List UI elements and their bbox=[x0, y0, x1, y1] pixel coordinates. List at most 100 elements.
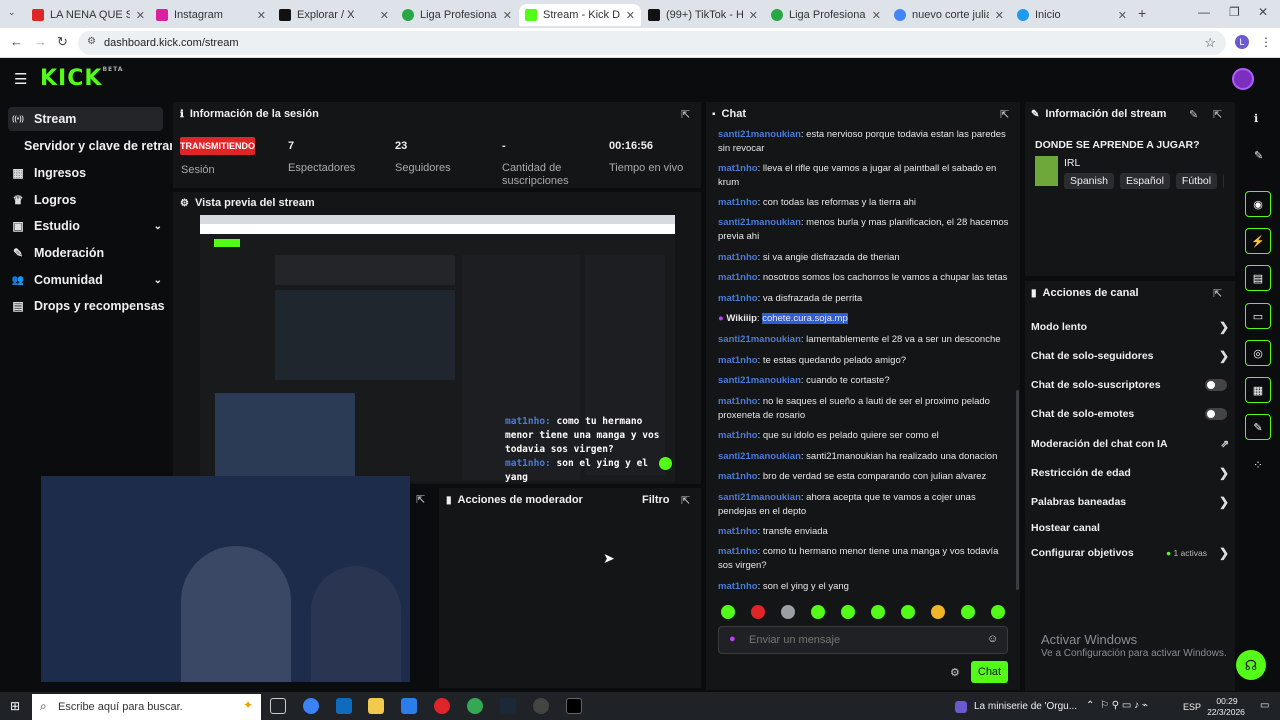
popout-icon[interactable]: ⇱ bbox=[1213, 108, 1222, 121]
support-headset-icon[interactable]: ☊ bbox=[1236, 650, 1266, 680]
wrench-icon[interactable]: ✎ bbox=[1245, 414, 1271, 440]
close-tab-icon[interactable]: ✕ bbox=[257, 9, 266, 22]
browser-tab[interactable]: Instagram ✕ bbox=[150, 4, 272, 26]
close-tab-icon[interactable]: ✕ bbox=[380, 9, 389, 22]
action-subscribers-only[interactable]: Chat de solo-suscriptores bbox=[1031, 377, 1229, 393]
filter-button[interactable]: Filtro bbox=[642, 494, 670, 506]
dots-cluster-icon[interactable]: ⁘ bbox=[1253, 458, 1263, 472]
notification-icon[interactable]: ▭ bbox=[1260, 700, 1269, 711]
action-age-restriction[interactable]: Restricción de edad ❯ bbox=[1031, 465, 1229, 481]
popout-icon[interactable]: ⇱ bbox=[1000, 108, 1009, 121]
browser-tab[interactable]: Liga Profesional Argen✕ bbox=[396, 4, 518, 26]
sidebar-item-ingresos[interactable]: ▦ Ingresos bbox=[8, 161, 168, 185]
tab-search-icon[interactable]: ⌄ bbox=[8, 7, 16, 18]
action-banned-words[interactable]: Palabras baneadas ❯ bbox=[1031, 494, 1229, 510]
task-view-icon[interactable] bbox=[270, 698, 286, 714]
emote-icon[interactable] bbox=[961, 605, 975, 619]
sidebar-item-estudio[interactable]: ▣ Estudio ⌄ bbox=[8, 214, 168, 238]
capcut-icon[interactable] bbox=[566, 698, 582, 714]
popout-icon[interactable]: ⇱ bbox=[416, 493, 425, 506]
sidebar-item-drops[interactable]: ▤ Drops y recompensas bbox=[8, 294, 168, 318]
sidebar-item-comunidad[interactable]: 👥 Comunidad ⌄ bbox=[8, 268, 168, 292]
chrome-icon[interactable] bbox=[467, 698, 483, 714]
close-window-icon[interactable]: ✕ bbox=[1258, 5, 1268, 19]
emote-icon[interactable] bbox=[841, 605, 855, 619]
emote-icon[interactable] bbox=[781, 605, 795, 619]
sidebar-item-server-key[interactable]: Servidor y clave de retransmisión bbox=[24, 134, 172, 158]
chat-scrollbar[interactable] bbox=[1016, 390, 1019, 590]
edit-pencil-icon[interactable]: ✎ bbox=[1189, 108, 1198, 121]
folder-icon[interactable] bbox=[368, 698, 384, 714]
action-slow-mode[interactable]: Modo lento ❯ bbox=[1031, 319, 1229, 335]
popout-icon[interactable]: ⇱ bbox=[1213, 287, 1222, 300]
bookmark-star-icon[interactable]: ☆ bbox=[1204, 35, 1216, 51]
lightning-icon[interactable]: ⚡ bbox=[1245, 228, 1271, 254]
emote-icon[interactable] bbox=[991, 605, 1005, 619]
sidebar-item-logros[interactable]: ♛ Logros bbox=[8, 188, 168, 212]
emote-icon[interactable] bbox=[751, 605, 765, 619]
broadcast-icon[interactable]: ◎ bbox=[1245, 340, 1271, 366]
user-card-icon[interactable]: ▦ bbox=[1245, 377, 1271, 403]
browser-tab[interactable]: (99+) TikTok - Haz que✕ bbox=[642, 4, 764, 26]
back-icon[interactable]: ← bbox=[10, 34, 23, 49]
popout-icon[interactable]: ⇱ bbox=[681, 108, 690, 121]
forward-icon[interactable]: → bbox=[34, 34, 47, 49]
sidebar-item-stream[interactable]: ((•)) Stream bbox=[8, 107, 163, 131]
language-indicator[interactable]: ESP bbox=[1183, 702, 1201, 712]
media-title[interactable]: La miniserie de 'Orgu... bbox=[974, 701, 1077, 712]
action-followers-only[interactable]: Chat de solo-seguidores ❯ bbox=[1031, 348, 1229, 364]
store-icon[interactable] bbox=[336, 698, 352, 714]
close-tab-icon[interactable]: ✕ bbox=[136, 9, 145, 22]
chat-message-input[interactable] bbox=[749, 631, 979, 649]
hamburger-menu-icon[interactable]: ☰ bbox=[14, 70, 27, 88]
close-tab-icon[interactable]: ✕ bbox=[872, 9, 881, 22]
clock-time[interactable]: 00:29 bbox=[1212, 696, 1242, 706]
mail-icon[interactable] bbox=[401, 698, 417, 714]
browser-tab[interactable]: nuevo corte julian alva✕ bbox=[888, 4, 1010, 26]
toggle-switch[interactable] bbox=[1205, 408, 1227, 420]
edit-pencil-icon[interactable]: ✎ bbox=[1254, 149, 1263, 162]
steam-icon[interactable] bbox=[500, 698, 516, 714]
toggle-switch[interactable] bbox=[1205, 379, 1227, 391]
close-tab-icon[interactable]: ✕ bbox=[995, 9, 1004, 22]
copilot-icon[interactable] bbox=[303, 698, 319, 714]
browser-tab-active[interactable]: Stream - Kick Dashbo✕ bbox=[519, 4, 641, 26]
popout-icon[interactable]: ⇱ bbox=[681, 494, 690, 507]
emote-icon[interactable] bbox=[901, 605, 915, 619]
user-avatar[interactable] bbox=[1232, 68, 1254, 90]
maximize-icon[interactable]: ❐ bbox=[1229, 5, 1240, 19]
stream-preview-video[interactable]: mat1nho: como tu hermano menor tiene una… bbox=[200, 215, 675, 483]
emoji-icon[interactable]: ☺ bbox=[987, 633, 998, 645]
browser-tab[interactable]: Liga Profesional Argen✕ bbox=[765, 4, 887, 26]
emote-icon[interactable] bbox=[871, 605, 885, 619]
camera-icon[interactable]: ◉ bbox=[1245, 191, 1271, 217]
tray-chevron-up-icon[interactable]: ⌃ bbox=[1086, 700, 1094, 711]
close-tab-icon[interactable]: ✕ bbox=[749, 9, 758, 22]
browser-tab[interactable]: LA NENA QUE SE MOVI✕ bbox=[26, 4, 151, 26]
chat-input-box[interactable]: ● ☺ bbox=[718, 626, 1008, 654]
menu-dots-icon[interactable]: ⋮ bbox=[1260, 35, 1272, 49]
emote-icon[interactable] bbox=[931, 605, 945, 619]
document-icon[interactable]: ▤ bbox=[1245, 265, 1271, 291]
new-tab-icon[interactable]: + bbox=[1138, 5, 1146, 21]
action-configure-goals[interactable]: Configurar objetivos ● 1 activas ❯ bbox=[1031, 545, 1229, 561]
sidebar-item-moderacion[interactable]: ✎ Moderación bbox=[8, 241, 168, 265]
close-tab-icon[interactable]: ✕ bbox=[1118, 9, 1127, 22]
action-host-channel[interactable]: Hostear canal bbox=[1031, 520, 1229, 536]
kick-logo[interactable]: KICKBETA bbox=[40, 66, 123, 91]
chat-send-button[interactable]: Chat bbox=[971, 661, 1008, 683]
reload-icon[interactable]: ↻ bbox=[57, 34, 68, 50]
close-tab-icon[interactable]: ✕ bbox=[626, 9, 635, 22]
clock-date[interactable]: 22/3/2026 bbox=[1204, 707, 1248, 717]
action-ai-moderation[interactable]: Moderación del chat con IA ⇗ bbox=[1031, 436, 1229, 452]
browser-tab[interactable]: Explorar / X ✕ bbox=[273, 4, 395, 26]
opera-icon[interactable] bbox=[434, 698, 450, 714]
minimize-icon[interactable]: — bbox=[1198, 5, 1210, 19]
chat-settings-gear-icon[interactable]: ⚙ bbox=[950, 666, 960, 679]
info-icon[interactable]: ℹ bbox=[1254, 112, 1258, 125]
tray-icons[interactable]: ⚐ ⚲ ▭ ♪ ⌁ bbox=[1100, 700, 1148, 711]
windows-start-icon[interactable]: ⊞ bbox=[10, 699, 20, 713]
site-info-icon[interactable]: ⚙ bbox=[87, 36, 96, 47]
taskbar-search[interactable]: ⌕ Escribe aquí para buscar. ✦ bbox=[32, 694, 261, 720]
emote-icon[interactable] bbox=[721, 605, 735, 619]
